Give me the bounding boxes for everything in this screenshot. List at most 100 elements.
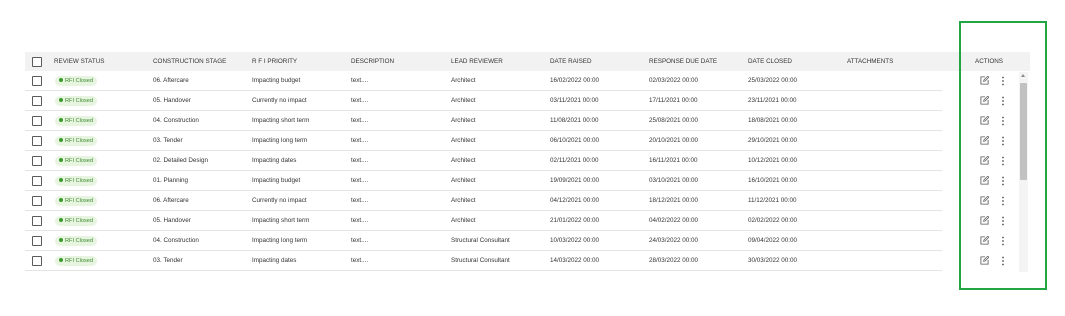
- table-row[interactable]: RFI Closed 05. Handover Impacting short te…: [25, 211, 1030, 231]
- cell-rfi-priority: Impacting budget: [252, 177, 301, 184]
- cell-description: text....: [351, 197, 369, 204]
- table-row[interactable]: RFI Closed 03. Tender Impacting long term t…: [25, 131, 1030, 151]
- cell-date-closed: 10/12/2021 00:00: [748, 157, 798, 164]
- status-label: RFI Closed: [65, 218, 93, 224]
- cell-rfi-priority: Impacting dates: [252, 157, 297, 164]
- cell-lead-reviewer: Architect: [451, 137, 476, 144]
- status-dot-icon: [59, 98, 63, 102]
- status-dot-icon: [59, 158, 63, 162]
- header-construction-stage[interactable]: CONSTRUCTION STAGE: [153, 52, 226, 71]
- status-badge: RFI Closed: [55, 196, 97, 206]
- cell-description: text....: [351, 257, 369, 264]
- cell-date-raised: 06/10/2021 00:00: [550, 137, 600, 144]
- cell-rfi-priority: Impacting dates: [252, 257, 297, 264]
- cell-lead-reviewer: Architect: [451, 77, 476, 84]
- header-date-raised[interactable]: DATE RAISED: [550, 52, 592, 71]
- status-badge: RFI Closed: [55, 176, 97, 186]
- status-label: RFI Closed: [65, 258, 93, 264]
- header-review-status[interactable]: REVIEW STATUS: [54, 52, 105, 71]
- cell-date-closed: 29/10/2021 00:00: [748, 137, 798, 144]
- cell-construction-stage: 06. Aftercare: [153, 197, 189, 204]
- table-row[interactable]: RFI Closed 05. Handover Currently no impac…: [25, 91, 1030, 111]
- status-label: RFI Closed: [65, 238, 93, 244]
- cell-lead-reviewer: Architect: [451, 97, 476, 104]
- status-label: RFI Closed: [65, 78, 93, 84]
- table-header: REVIEW STATUS CONSTRUCTION STAGE R F I P…: [25, 52, 1030, 71]
- cell-date-raised: 19/09/2021 00:00: [550, 177, 600, 184]
- status-label: RFI Closed: [65, 198, 93, 204]
- status-label: RFI Closed: [65, 138, 93, 144]
- cell-date-raised: 17/09/2021 00:00: [550, 271, 599, 272]
- cell-response-due-date: 04/02/2022 00:00: [649, 217, 699, 224]
- cell-response-due-date: 28/03/2022 00:00: [649, 257, 699, 264]
- row-checkbox[interactable]: [32, 236, 42, 246]
- row-checkbox[interactable]: [32, 116, 42, 126]
- cell-rfi-priority: Impacting budget: [252, 77, 301, 84]
- status-badge: RFI Closed: [55, 76, 97, 86]
- row-checkbox[interactable]: [32, 96, 42, 106]
- table-row[interactable]: RFI Closed 06. Aftercare Currently no impa…: [25, 191, 1030, 211]
- cell-lead-reviewer: Architect: [451, 217, 476, 224]
- rfi-table: REVIEW STATUS CONSTRUCTION STAGE R F I P…: [25, 52, 1030, 272]
- table-row[interactable]: RFI Closed 04. Construction Impacting shor…: [25, 111, 1030, 131]
- header-description[interactable]: DESCRIPTION: [351, 52, 394, 71]
- cell-date-closed: 18/08/2021 00:00: [748, 117, 798, 124]
- cell-date-raised: 16/02/2022 00:00: [550, 77, 600, 84]
- status-dot-icon: [59, 238, 63, 242]
- cell-response-due-date: 20/10/2021 00:00: [649, 137, 699, 144]
- cell-date-raised: 02/11/2021 00:00: [550, 157, 599, 164]
- table-row[interactable]: RFI Closed02. Detailed DesignImpacting d…: [25, 151, 1030, 171]
- cell-date-closed: 11/12/2021 00:00: [748, 197, 797, 204]
- table-row[interactable]: RFI Closed 04. Construction Impacting long…: [25, 231, 1030, 251]
- cell-date-closed: 16/10/2021 00:00: [748, 177, 798, 184]
- cell-description: text....: [351, 237, 369, 244]
- row-checkbox[interactable]: [32, 76, 42, 86]
- header-response-due-date[interactable]: RESPONSE DUE DATE: [649, 52, 717, 71]
- table-row[interactable]: RFI Closed 01. Planning Impacting budget te…: [25, 171, 1030, 191]
- cell-date-raised: 21/01/2022 00:00: [550, 217, 600, 224]
- cell-lead-reviewer: Architect: [451, 197, 476, 204]
- cell-description: text....: [351, 157, 369, 164]
- cell-description: text....: [351, 117, 369, 124]
- cell-response-due-date: 03/10/2021 00:00: [649, 177, 699, 184]
- header-rfi-priority[interactable]: R F I PRIORITY: [252, 52, 297, 71]
- cell-date-closed: 23/11/2021 00:00: [748, 97, 797, 104]
- row-checkbox[interactable]: [32, 136, 42, 146]
- status-badge: RFI Closed: [55, 96, 97, 106]
- status-dot-icon: [59, 178, 63, 182]
- header-attachments[interactable]: ATTACHMENTS: [847, 52, 893, 71]
- table-row[interactable]: RFI Closed 06. Aftercare Impacting budget t…: [25, 71, 1030, 91]
- cell-date-closed: 02/02/2022 00:00: [748, 217, 798, 224]
- table-row[interactable]: RFI Closed02. Detailed DesignImpacting d…: [25, 271, 1030, 272]
- cell-description: text....: [351, 77, 369, 84]
- cell-response-due-date: 24/03/2022 00:00: [649, 237, 699, 244]
- cell-rfi-priority: Impacting dates: [252, 271, 296, 272]
- cell-construction-stage: 01. Planning: [153, 177, 189, 184]
- row-checkbox[interactable]: [32, 156, 42, 166]
- select-all-checkbox[interactable]: [32, 57, 42, 67]
- status-badge: RFI Closed: [55, 116, 97, 126]
- cell-date-closed: 10/10/2021 00:00: [748, 271, 797, 272]
- row-checkbox[interactable]: [32, 196, 42, 206]
- header-date-closed[interactable]: DATE CLOSED: [748, 52, 792, 71]
- row-checkbox[interactable]: [32, 256, 42, 266]
- cell-date-closed: 30/03/2022 00:00: [748, 257, 798, 264]
- cell-date-raised: 04/12/2021 00:00: [550, 197, 600, 204]
- cell-description: text....: [351, 271, 368, 272]
- status-badge: RFI Closed: [55, 136, 97, 146]
- cell-date-raised: 14/03/2022 00:00: [550, 257, 600, 264]
- cell-date-raised: 03/11/2021 00:00: [550, 97, 599, 104]
- row-checkbox[interactable]: [32, 176, 42, 186]
- cell-construction-stage: 03. Tender: [153, 137, 183, 144]
- header-lead-reviewer[interactable]: LEAD REVIEWER: [451, 52, 503, 71]
- status-badge: RFI Closed: [55, 256, 97, 266]
- cell-rfi-priority: Currently no impact: [252, 97, 307, 104]
- row-checkbox[interactable]: [32, 216, 42, 226]
- cell-lead-reviewer: Structural Consultant: [451, 257, 510, 264]
- actions-column-highlight: [959, 21, 1047, 290]
- cell-lead-reviewer: Structural Consultant: [451, 271, 510, 272]
- table-row[interactable]: RFI Closed 03. Tender Impacting dates text.…: [25, 251, 1030, 271]
- cell-response-due-date: 01/10/2021 00:00: [649, 271, 698, 272]
- cell-construction-stage: 04. Construction: [153, 237, 199, 244]
- cell-response-due-date: 16/11/2021 00:00: [649, 157, 698, 164]
